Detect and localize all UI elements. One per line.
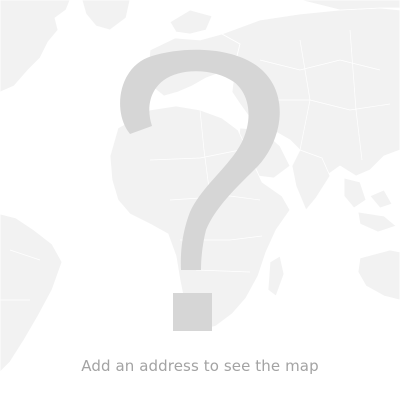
question-mark-icon xyxy=(120,49,280,331)
placeholder-message: Add an address to see the map xyxy=(81,357,319,375)
map-placeholder: Add an address to see the map xyxy=(0,0,400,400)
